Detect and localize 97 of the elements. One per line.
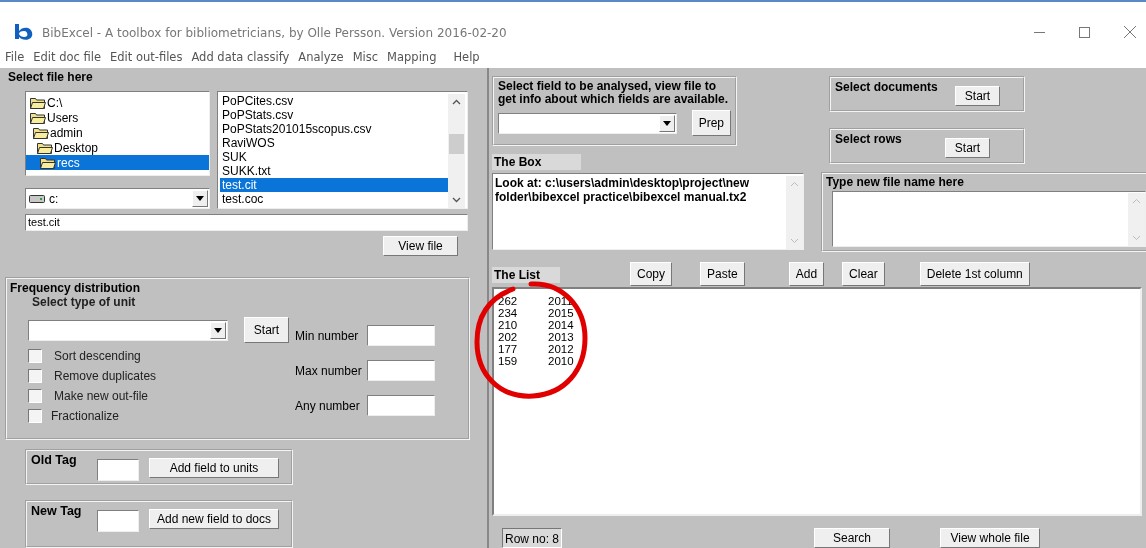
number-field[interactable] <box>367 360 435 381</box>
listed-filename[interactable]: SUK <box>220 150 448 164</box>
folder-item[interactable]: admin <box>26 125 209 140</box>
list-cell-text: 234 <box>498 306 519 319</box>
close-icon[interactable] <box>1124 26 1136 38</box>
list-action-button[interactable]: Delete 1st column <box>919 261 1030 286</box>
search-button[interactable]: Search <box>814 528 891 548</box>
menu-item[interactable]: Edit out-files <box>110 50 183 64</box>
field-label: Select type of unit <box>32 295 137 309</box>
instruction-text: Select field to be analysed, view file to get info about which fields are available. <box>498 80 730 106</box>
listed-filename[interactable]: PoPCites.csv <box>220 94 448 108</box>
panel-title: Type new file name here <box>826 175 965 189</box>
scrollbar[interactable] <box>448 94 465 208</box>
drive-dropdown[interactable]: c: <box>25 188 210 209</box>
box-title: The Box <box>492 154 581 170</box>
drive-icon <box>29 194 45 203</box>
tag-field[interactable] <box>97 510 139 533</box>
window-title: BibExcel - A toolbox for bibliometricians, by Olle Persson. Version 2016-02-20 <box>42 26 507 40</box>
list-title: The List <box>492 266 560 283</box>
panel-title: Frequency distribution <box>10 281 141 295</box>
menu-item[interactable]: Add data classify <box>191 50 290 64</box>
folder-item[interactable]: recs <box>26 155 209 170</box>
minimize-icon[interactable] <box>1034 31 1045 33</box>
caret-icon <box>662 120 671 126</box>
checkbox[interactable] <box>28 409 42 423</box>
group-label: Select rows <box>835 132 903 148</box>
menu-item[interactable]: File <box>5 50 25 64</box>
start-button[interactable]: Start <box>945 138 990 158</box>
listed-filename[interactable]: test.cit <box>220 178 448 192</box>
view-whole-file-button[interactable]: View whole file <box>940 528 1041 548</box>
list-cell-text: 262 <box>498 294 519 307</box>
listed-filename[interactable]: SUKK.txt <box>220 164 448 178</box>
start-button[interactable]: Start <box>955 86 1000 106</box>
list-cell-text: 2012 <box>548 342 575 355</box>
folder-icon <box>33 126 49 139</box>
list-action-button[interactable]: Copy <box>630 261 672 286</box>
scrollbar[interactable] <box>1128 193 1145 246</box>
row-count: Row no: 8 <box>502 528 563 548</box>
tag-label: Old Tag <box>31 453 78 468</box>
checkbox-label: Remove duplicates <box>54 369 157 383</box>
list-action-button[interactable]: Add <box>788 261 825 286</box>
listed-filename[interactable]: test.coc <box>220 192 448 206</box>
list-action-button[interactable]: Paste <box>700 261 745 286</box>
scrollbar[interactable] <box>786 176 803 249</box>
panel-title: Select file here <box>8 70 94 84</box>
number-field[interactable] <box>367 395 435 416</box>
number-field[interactable] <box>367 325 435 346</box>
menu-item[interactable]: Help <box>453 50 480 64</box>
folder-icon <box>40 156 56 169</box>
group-label: Select documents <box>835 80 939 96</box>
checkbox[interactable] <box>28 389 42 403</box>
menu-item[interactable]: Mapping <box>387 50 437 64</box>
caret-icon <box>196 196 204 201</box>
maximize-icon[interactable] <box>1079 26 1090 38</box>
list-cell-text: 2014 <box>548 318 575 331</box>
folder-icon <box>37 141 53 154</box>
view-file-button[interactable]: View file <box>383 236 458 256</box>
checkbox-label: Fractionalize <box>51 409 120 423</box>
tag-label: New Tag <box>31 504 83 519</box>
list-cell-text: 202 <box>498 330 519 343</box>
listed-filename[interactable]: RaviWOS <box>220 136 448 150</box>
menu-item[interactable]: Analyze <box>298 50 344 64</box>
app-logo-icon <box>14 24 34 40</box>
the-box-text-area[interactable]: Look at: c:\users\admin\desktop\project\new folder\bibexcel practice\bibexcel manual.tx2 <box>492 173 804 250</box>
list-cell-text: 2015 <box>548 306 575 319</box>
list-cell-text: 177 <box>498 342 519 355</box>
folder-item[interactable]: C:\ <box>26 95 209 110</box>
checkbox-label: Make new out-file <box>54 389 149 403</box>
list-action-button[interactable]: Clear <box>842 261 885 286</box>
listed-filename[interactable]: PoPStats.csv <box>220 108 448 122</box>
file-name-field[interactable]: test.cit <box>25 214 468 231</box>
listed-filename[interactable]: PoPStats201015scopus.csv <box>220 122 448 136</box>
add-field-button[interactable]: Add new field to docs <box>149 509 279 530</box>
list-cell-text: 2010 <box>548 354 575 367</box>
add-field-button[interactable]: Add field to units <box>149 458 279 479</box>
folder-item[interactable]: Desktop <box>26 140 209 155</box>
field-label: Any number <box>295 398 361 413</box>
prep-button[interactable]: Prep <box>691 110 731 136</box>
menu-item[interactable]: Misc <box>352 50 379 64</box>
start-button[interactable]: Start <box>244 317 289 343</box>
menu-item[interactable]: Edit doc file <box>33 50 101 64</box>
field-dropdown[interactable] <box>498 112 677 134</box>
list-cell-text: 159 <box>498 354 519 367</box>
list-cell-text: 210 <box>498 318 519 331</box>
checkbox[interactable] <box>28 369 42 383</box>
checkbox-label: Sort descending <box>54 349 141 363</box>
folder-icon <box>30 96 46 109</box>
field-label: Min number <box>295 328 360 343</box>
file-name-text-area[interactable] <box>832 191 1146 247</box>
folder-item[interactable]: Users <box>26 110 209 125</box>
caret-icon <box>214 327 222 333</box>
unit-dropdown[interactable] <box>28 319 228 341</box>
folder-icon <box>30 111 46 124</box>
checkbox[interactable] <box>28 349 42 363</box>
field-label: Max number <box>295 363 363 378</box>
tag-field[interactable] <box>97 459 139 482</box>
list-cell-text: 2013 <box>548 330 575 343</box>
